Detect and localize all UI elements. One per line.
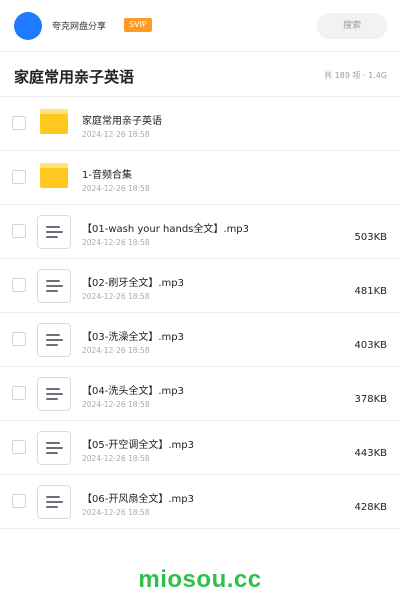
item-size: 481KB [354, 286, 387, 297]
row-checkbox[interactable] [12, 116, 26, 130]
list-item[interactable]: 【02-刷牙全文】.mp3 2024-12-26 18:58 481KB [0, 259, 400, 313]
svip-badge: SVIP [124, 18, 152, 32]
row-checkbox[interactable] [12, 278, 26, 292]
item-size: 378KB [354, 394, 387, 405]
row-checkbox[interactable] [12, 494, 26, 508]
list-item[interactable]: 【01-wash your hands全文】.mp3 2024-12-26 18:… [0, 205, 400, 259]
top-bar: 夸克网盘分享 SVIP 搜索 [0, 0, 400, 52]
document-icon [37, 215, 71, 249]
item-size: 428KB [354, 502, 387, 513]
watermark: miosou.cc [138, 566, 262, 593]
document-icon [37, 269, 71, 303]
list-item[interactable]: 【05-开空调全文】.mp3 2024-12-26 18:58 443KB [0, 421, 400, 475]
item-name: 【06-开风扇全文】.mp3 [82, 494, 194, 505]
folder-meta: 共 189 项 · 1.4G [324, 71, 387, 80]
folder-icon [40, 163, 68, 188]
document-icon [37, 485, 71, 519]
page-title: 家庭常用亲子英语 [14, 68, 135, 86]
item-date: 2024-12-26 18:58 [82, 454, 150, 463]
list-item[interactable]: 【03-洗澡全文】.mp3 2024-12-26 18:58 403KB [0, 313, 400, 367]
search-button[interactable]: 搜索 [317, 13, 387, 39]
row-checkbox[interactable] [12, 332, 26, 346]
file-list: 家庭常用亲子英语 2024-12-26 18:58 1-音频合集 2024-12-26… [0, 97, 400, 529]
avatar[interactable] [14, 12, 42, 40]
list-item[interactable]: 【04-洗头全文】.mp3 2024-12-26 18:58 378KB [0, 367, 400, 421]
item-date: 2024-12-26 18:58 [82, 508, 150, 517]
item-name: 【02-刷牙全文】.mp3 [82, 278, 184, 289]
folder-icon [40, 109, 68, 134]
row-checkbox[interactable] [12, 224, 26, 238]
item-size: 443KB [354, 448, 387, 459]
item-date: 2024-12-26 18:58 [82, 238, 150, 247]
list-item[interactable]: 【06-开风扇全文】.mp3 2024-12-26 18:58 428KB [0, 475, 400, 529]
item-name: 【01-wash your hands全文】.mp3 [82, 224, 250, 235]
list-item[interactable]: 1-音频合集 2024-12-26 18:58 [0, 151, 400, 205]
item-name: 家庭常用亲子英语 [82, 116, 162, 127]
item-date: 2024-12-26 18:58 [82, 346, 150, 355]
item-date: 2024-12-26 18:58 [82, 184, 150, 193]
row-checkbox[interactable] [12, 170, 26, 184]
item-name: 【03-洗澡全文】.mp3 [82, 332, 184, 343]
item-name: 【04-洗头全文】.mp3 [82, 386, 184, 397]
app-name: 夸克网盘分享 [52, 22, 107, 32]
list-item[interactable]: 家庭常用亲子英语 2024-12-26 18:58 [0, 97, 400, 151]
document-icon [37, 431, 71, 465]
document-icon [37, 377, 71, 411]
item-date: 2024-12-26 18:58 [82, 292, 150, 301]
item-date: 2024-12-26 18:58 [82, 400, 150, 409]
item-name: 【05-开空调全文】.mp3 [82, 440, 194, 451]
document-icon [37, 323, 71, 357]
row-checkbox[interactable] [12, 386, 26, 400]
item-size: 503KB [354, 232, 387, 243]
item-name: 1-音频合集 [82, 170, 132, 181]
item-date: 2024-12-26 18:58 [82, 130, 150, 139]
row-checkbox[interactable] [12, 440, 26, 454]
item-size: 403KB [354, 340, 387, 351]
